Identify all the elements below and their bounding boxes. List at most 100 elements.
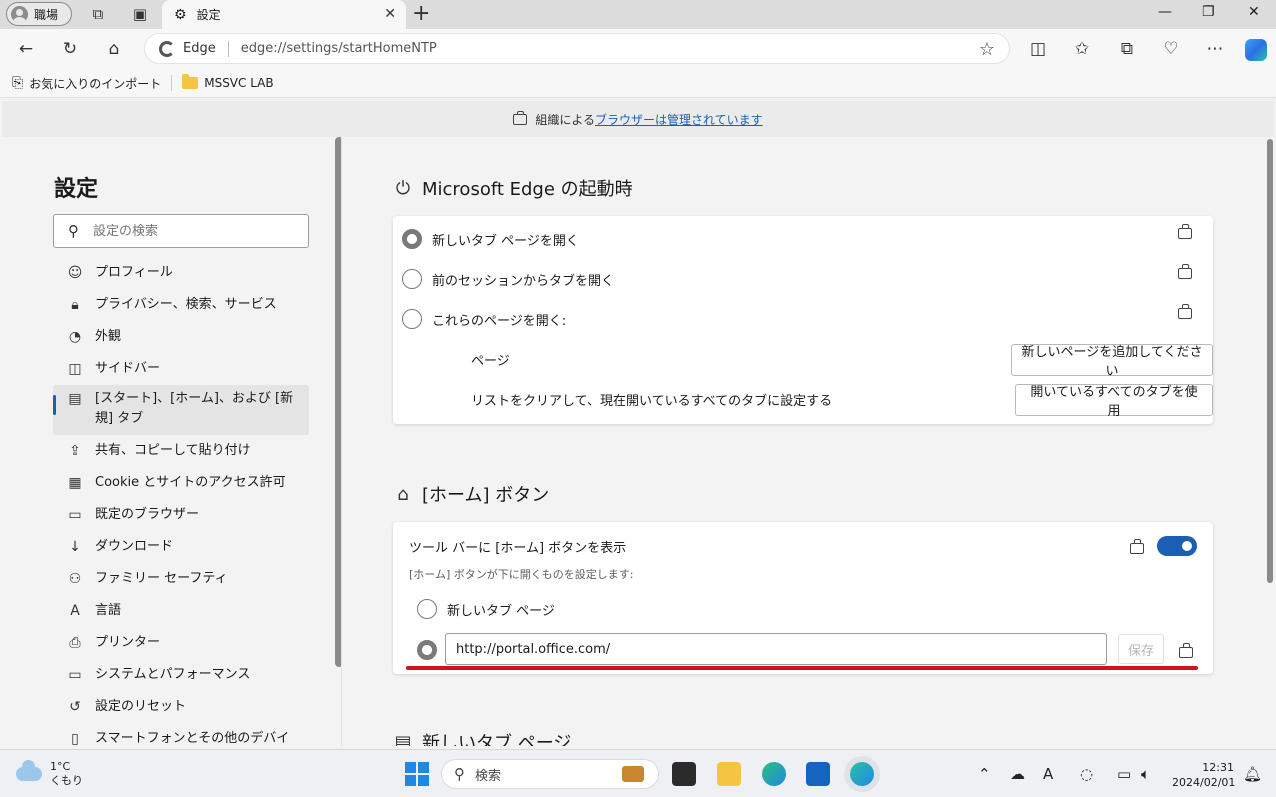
network-icon[interactable]: ▭ xyxy=(1117,765,1131,783)
settings-search-input[interactable] xyxy=(93,223,293,239)
home-option-url[interactable] xyxy=(417,640,437,660)
tab-close-icon[interactable]: ✕ xyxy=(384,6,396,22)
sidebar-item-label: プライバシー、検索、サービス xyxy=(95,297,277,312)
sidebar-item-privacy[interactable]: 🔒︎ プライバシー、検索、サービス xyxy=(53,289,309,321)
search-icon: ⚲ xyxy=(68,222,79,240)
gear-icon: ⚙ xyxy=(174,6,187,23)
back-icon[interactable]: ← xyxy=(16,39,36,59)
tab-actions-icon[interactable]: ▣ xyxy=(131,5,149,23)
system-icon: ▭ xyxy=(68,667,82,683)
taskbar-search[interactable]: ⚲ 検索 xyxy=(441,759,659,789)
store-icon[interactable] xyxy=(806,762,830,786)
profile-icon: ☺ xyxy=(67,265,83,281)
show-home-label: ツール バーに [ホーム] ボタンを表示 xyxy=(409,541,627,556)
reset-icon: ↺ xyxy=(69,699,81,715)
collections-icon[interactable]: ⧉ xyxy=(1117,39,1137,59)
lock-icon: 🔒︎ xyxy=(71,297,79,313)
managed-prefix: 組織による xyxy=(535,112,595,127)
browser-icon: ▭ xyxy=(68,507,82,523)
sidebar-item-languages[interactable]: A 言語 xyxy=(53,595,309,627)
more-options-icon[interactable]: ⋯ xyxy=(1205,39,1225,59)
sidebar-item-printers[interactable]: ⎙ プリンター xyxy=(53,627,309,659)
sidebar-item-start-home-newtab[interactable]: ▤ [スタート]、[ホーム]、および [新規] タブ xyxy=(53,385,309,435)
address-separator xyxy=(227,40,229,57)
weather-widget[interactable]: 1°C くもり xyxy=(16,760,83,788)
sidebar-item-default-browser[interactable]: ▭ 既定のブラウザー xyxy=(53,499,309,531)
favorites-icon[interactable]: ✩ xyxy=(1072,39,1092,59)
task-view-icon[interactable] xyxy=(672,762,696,786)
startup-option-label: これらのページを開く: xyxy=(432,313,567,329)
favorite-star-icon[interactable]: ☆ xyxy=(979,39,995,60)
radio-specific-pages[interactable] xyxy=(402,309,422,329)
startup-option-previous[interactable]: 前のセッションからタブを開く xyxy=(402,269,614,289)
share-icon: ⇪ xyxy=(69,443,81,459)
clock-time: 12:31 xyxy=(1202,761,1234,774)
sidebar-item-label: システムとパフォーマンス xyxy=(95,667,251,682)
browser-essentials-icon[interactable]: ♡ xyxy=(1161,39,1181,59)
sidebar-item-downloads[interactable]: ↓ ダウンロード xyxy=(53,531,309,563)
onedrive-icon[interactable]: ☁ xyxy=(1010,765,1025,783)
file-explorer-icon[interactable] xyxy=(717,762,741,786)
settings-title: 設定 xyxy=(54,177,99,202)
managed-link[interactable]: ブラウザーは管理されています xyxy=(595,113,763,127)
radio-newtab[interactable] xyxy=(402,229,422,249)
use-all-tabs-button[interactable]: 開いているすべてのタブを使用 xyxy=(1015,384,1213,419)
briefcase-icon xyxy=(513,110,528,125)
sidebar-item-label: プリンター xyxy=(95,635,161,650)
sidebar-item-appearance[interactable]: ◔ 外観 xyxy=(53,321,309,353)
new-tab-button[interactable]: + xyxy=(412,2,430,26)
restore-button[interactable]: ❐ xyxy=(1202,4,1215,20)
sidebar-item-label: 共有、コピーして貼り付け xyxy=(95,443,251,458)
minimize-button[interactable]: — xyxy=(1158,4,1172,20)
sidebar-scrollbar[interactable] xyxy=(335,137,341,667)
copilot-icon[interactable] xyxy=(1245,39,1267,61)
chevron-up-icon[interactable]: ⌃ xyxy=(978,765,991,783)
edge-taskbar-icon[interactable] xyxy=(762,762,786,786)
home-icon[interactable]: ⌂ xyxy=(104,39,124,59)
sidebar-item-label: Cookie とサイトのアクセス許可 xyxy=(95,475,286,490)
sidebar-item-reset[interactable]: ↺ 設定のリセット xyxy=(53,691,309,723)
clock[interactable]: 12:31 2024/02/01 xyxy=(1172,760,1235,790)
split-screen-icon[interactable]: ◫ xyxy=(1028,39,1048,59)
sidebar-item-sidebar[interactable]: ◫ サイドバー xyxy=(53,353,309,385)
sidebar-item-family[interactable]: ⚇ ファミリー セーフティ xyxy=(53,563,309,595)
startup-option-pages[interactable]: これらのページを開く: xyxy=(402,309,566,329)
ime-mode-icon[interactable]: ◌ xyxy=(1080,765,1093,783)
sidebar-item-label: プロフィール xyxy=(95,265,173,280)
refresh-icon[interactable]: ↻ xyxy=(60,39,80,59)
tab-settings[interactable]: ⚙ 設定 ✕ xyxy=(162,0,406,29)
start-button[interactable] xyxy=(405,762,429,786)
content-scrollbar[interactable] xyxy=(1267,139,1273,583)
import-favorites-item[interactable]: ⎘ お気に入りのインポート xyxy=(12,75,161,92)
radio-previous-session[interactable] xyxy=(402,269,422,289)
sidebar-item-phone[interactable]: ▯ スマートフォンとその他のデバイス xyxy=(53,723,309,746)
settings-content: ⏻ Microsoft Edge の起動時 新しいタブ ページを開く 前のセッシ… xyxy=(343,137,1274,746)
favorites-folder[interactable]: MSSVC LAB xyxy=(182,74,274,90)
sidebar-item-system[interactable]: ▭ システムとパフォーマンス xyxy=(53,659,309,691)
sidebar-item-profile[interactable]: ☺ プロフィール xyxy=(53,257,309,289)
ime-icon[interactable]: A xyxy=(1043,765,1053,783)
sidebar-item-cookies[interactable]: ▦ Cookie とサイトのアクセス許可 xyxy=(53,467,309,499)
notification-bell-icon[interactable]: 🔔︎ xyxy=(1243,765,1262,783)
sidebar-item-share[interactable]: ⇪ 共有、コピーして貼り付け xyxy=(53,435,309,467)
search-icon: ⚲ xyxy=(454,765,465,783)
url-text[interactable]: edge://settings/startHomeNTP xyxy=(241,41,437,56)
radio-home-url[interactable] xyxy=(417,640,437,660)
profile-button[interactable]: 職場 xyxy=(6,2,72,26)
workspaces-icon[interactable]: ⧉ xyxy=(89,5,107,23)
startup-option-newtab[interactable]: 新しいタブ ページを開く xyxy=(402,229,579,249)
show-home-toggle[interactable] xyxy=(1157,536,1197,556)
close-window-button[interactable]: ✕ xyxy=(1248,4,1260,20)
settings-search[interactable]: ⚲ xyxy=(53,214,309,248)
home-url-input[interactable] xyxy=(445,633,1107,665)
volume-icon[interactable]: 🔈︎ xyxy=(1141,765,1150,783)
managed-lock-icon xyxy=(1178,224,1192,239)
radio-home-newtab[interactable] xyxy=(417,599,437,619)
home-option-newtab[interactable]: 新しいタブ ページ xyxy=(417,599,555,619)
save-button[interactable]: 保存 xyxy=(1118,634,1165,664)
edge-active-taskbar-icon[interactable] xyxy=(850,762,874,786)
sidebar-icon: ◫ xyxy=(68,361,82,377)
add-page-button[interactable]: 新しいページを追加してください xyxy=(1011,344,1213,379)
address-bar[interactable]: Edge edge://settings/startHomeNTP ☆ xyxy=(144,33,1010,64)
sidebar-item-label: 既定のブラウザー xyxy=(95,507,200,522)
